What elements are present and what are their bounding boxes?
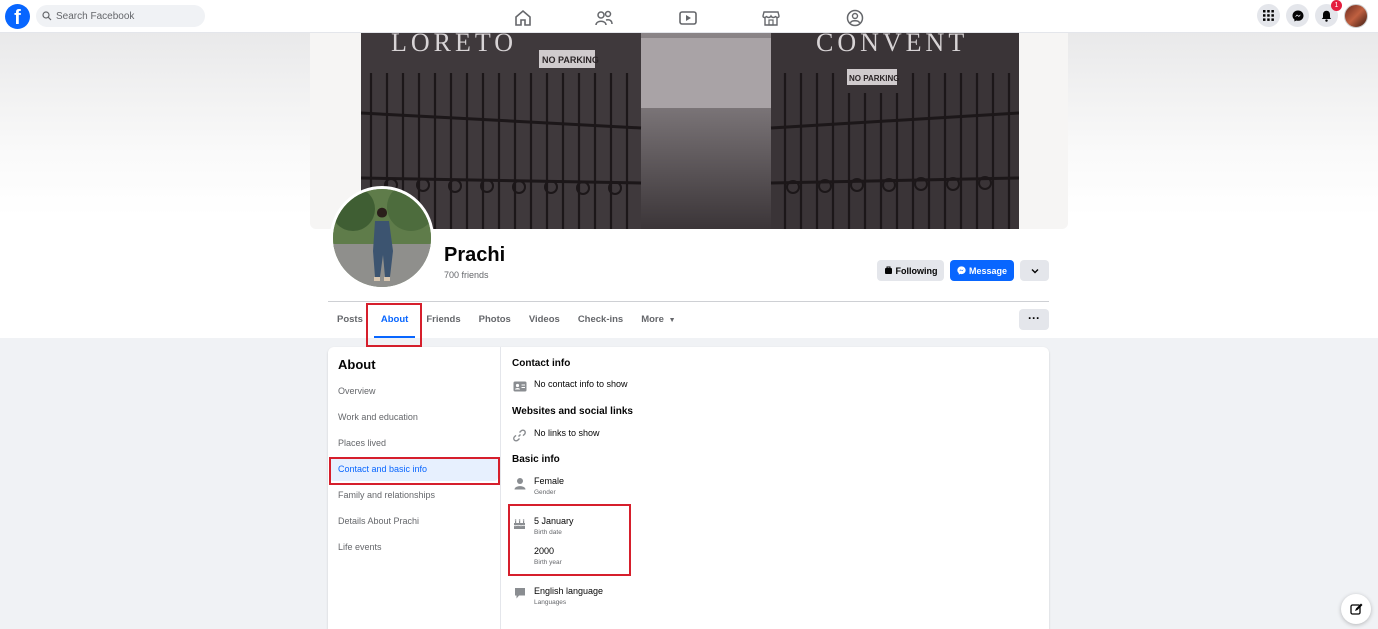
no-parking-sign-2: NO PARKING xyxy=(849,74,900,83)
top-navbar: f Search Facebook 1 xyxy=(0,0,1378,33)
person-icon xyxy=(512,476,527,491)
cover-sign-text-left: LORETO xyxy=(391,33,517,57)
websites-row: No links to show xyxy=(512,428,600,443)
no-parking-sign-1: NO PARKING xyxy=(542,55,599,65)
notifications-button[interactable]: 1 xyxy=(1315,0,1342,27)
contact-info-heading: Contact info xyxy=(512,358,571,369)
cover-image: LORETO CONVENT NO PARKING NO PARKING xyxy=(361,33,1019,229)
sidebar-item-family-relationships[interactable]: Family and relationships xyxy=(338,490,435,500)
following-label: Following xyxy=(895,265,938,276)
sidebar-item-work-education[interactable]: Work and education xyxy=(338,412,418,422)
sidebar-item-details[interactable]: Details About Prachi xyxy=(338,516,419,526)
sidebar-item-overview[interactable]: Overview xyxy=(338,386,376,396)
messenger-button[interactable] xyxy=(1286,4,1309,27)
basic-info-heading: Basic info xyxy=(512,454,560,465)
tab-videos[interactable]: Videos xyxy=(520,302,569,338)
about-card: About Overview Work and education Places… xyxy=(328,347,1049,629)
gender-value: Female xyxy=(534,476,565,486)
gender-row: Female Gender xyxy=(512,476,564,496)
birth-info-highlight xyxy=(508,504,631,576)
cover-photo[interactable]: LORETO CONVENT NO PARKING NO PARKING xyxy=(361,33,1019,229)
grid-icon xyxy=(1263,10,1274,21)
gender-label: Gender xyxy=(534,489,556,496)
websites-heading: Websites and social links xyxy=(512,406,633,417)
sidebar-item-life-events[interactable]: Life events xyxy=(338,542,382,552)
watch-video-icon[interactable] xyxy=(676,6,700,30)
tab-friends[interactable]: Friends xyxy=(417,302,469,338)
groups-icon[interactable] xyxy=(843,6,867,30)
search-input[interactable]: Search Facebook xyxy=(56,11,134,22)
account-controls: 1 xyxy=(1257,0,1368,28)
contact-info-row: No contact info to show xyxy=(512,379,628,394)
compose-icon xyxy=(1349,603,1362,615)
language-value: English language xyxy=(534,586,604,596)
message-button[interactable]: Message xyxy=(950,260,1014,281)
new-message-button[interactable] xyxy=(1341,594,1371,624)
contact-basic-info-panel: Contact info No contact info to show Web… xyxy=(512,347,1042,629)
tab-check-ins[interactable]: Check-ins xyxy=(569,302,632,338)
friends-count[interactable]: 700 friends xyxy=(444,270,489,280)
home-icon[interactable] xyxy=(511,6,535,30)
profile-photo-image xyxy=(333,189,431,287)
cover-sign-text-right: CONVENT xyxy=(816,33,968,57)
facebook-logo-icon[interactable]: f xyxy=(5,4,30,29)
profile-name: Prachi xyxy=(444,244,506,266)
main-nav xyxy=(505,4,865,29)
link-icon xyxy=(512,428,527,443)
messenger-icon xyxy=(957,266,966,275)
contact-card-icon xyxy=(512,379,527,394)
contact-basic-info-highlight xyxy=(329,457,500,485)
contact-info-empty: No contact info to show xyxy=(534,379,628,389)
tab-more-label: More xyxy=(641,314,664,325)
caret-down-icon: ▼ xyxy=(668,317,676,324)
notification-badge: 1 xyxy=(1331,0,1342,11)
profile-options-button[interactable] xyxy=(1020,260,1049,281)
bell-icon xyxy=(1321,10,1332,22)
search-icon xyxy=(42,11,52,21)
menu-grid-button[interactable] xyxy=(1257,4,1280,27)
language-label: Languages xyxy=(534,599,567,606)
tab-photos[interactable]: Photos xyxy=(470,302,520,338)
message-label: Message xyxy=(968,265,1008,276)
friends-icon[interactable] xyxy=(592,6,616,30)
chevron-down-icon xyxy=(1031,268,1038,273)
tabs-more-options-button[interactable]: ··· xyxy=(1019,309,1049,330)
following-check-icon xyxy=(884,266,892,274)
search-bar[interactable]: Search Facebook xyxy=(36,5,205,27)
about-sidebar: About Overview Work and education Places… xyxy=(328,347,501,629)
about-tab-highlight xyxy=(366,303,422,347)
websites-empty: No links to show xyxy=(534,428,600,438)
sidebar-item-places-lived[interactable]: Places lived xyxy=(338,438,386,448)
tab-more[interactable]: More ▼ xyxy=(632,302,684,338)
ellipsis-icon: ··· xyxy=(1028,311,1040,325)
language-row: English language Languages xyxy=(512,586,603,606)
following-button[interactable]: Following xyxy=(877,260,944,281)
profile-picture[interactable] xyxy=(330,186,434,290)
account-avatar[interactable] xyxy=(1344,4,1368,28)
messenger-icon xyxy=(1292,10,1303,21)
about-heading: About xyxy=(338,357,376,372)
marketplace-icon[interactable] xyxy=(759,6,783,30)
language-speech-icon xyxy=(512,586,527,601)
